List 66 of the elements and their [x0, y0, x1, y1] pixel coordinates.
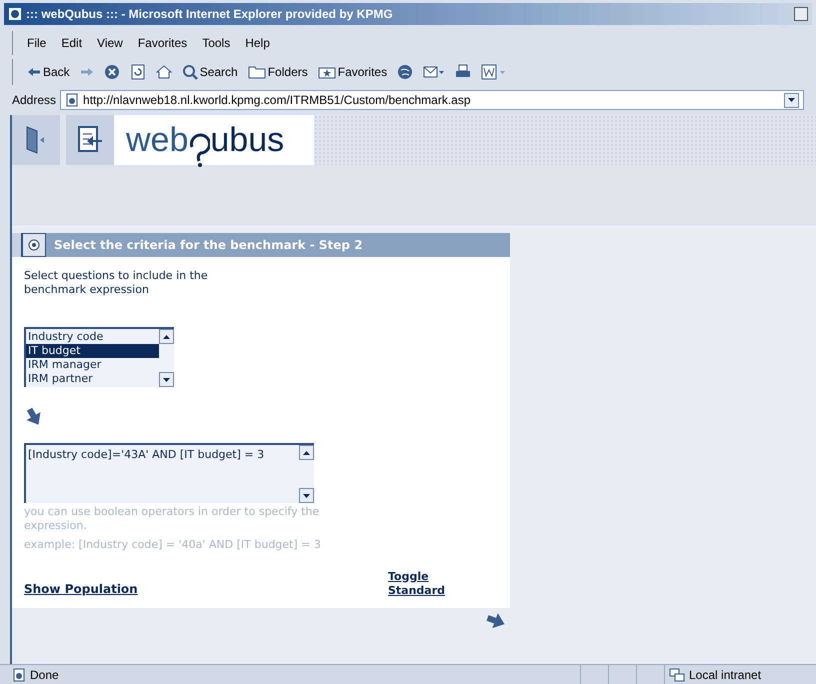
scroll-down-button[interactable]: [299, 488, 314, 503]
down-caret-icon: [163, 378, 170, 382]
list-option[interactable]: Industry code: [26, 330, 159, 344]
toolbar-button[interactable]: [455, 64, 472, 80]
back-arrow-icon: [27, 67, 41, 77]
browser-icon: [8, 7, 22, 21]
menu-item[interactable]: File: [27, 34, 46, 52]
mail-icon: [423, 64, 446, 80]
menu-item[interactable]: Edit: [61, 34, 82, 52]
scroll-down-button[interactable]: [159, 372, 174, 387]
network-icon: [669, 668, 685, 682]
import-button[interactable]: [66, 115, 114, 165]
toolbar-button[interactable]: Back: [27, 63, 70, 81]
refresh-icon: [130, 64, 146, 80]
down-caret-icon: [303, 494, 310, 498]
page-icon: [65, 93, 80, 107]
instruction-text: Select questions to include in the benchmark expression: [24, 269, 209, 297]
forward-arrow-icon: [80, 67, 94, 77]
window-title: ::: webQubus ::: - Microsoft Internet Explorer provided by KPMG: [26, 6, 393, 23]
toolbar-button[interactable]: Favorites: [318, 63, 388, 81]
scroll-up-button[interactable]: [159, 329, 174, 344]
panel-title: Select the criteria for the benchmark - Step 2: [54, 237, 363, 254]
menu-item[interactable]: Favorites: [138, 34, 188, 52]
toolbar-button[interactable]: Search: [182, 63, 238, 81]
home-icon: [156, 64, 172, 80]
list-option[interactable]: IT budget: [26, 344, 159, 358]
list-option[interactable]: IRM partner: [26, 372, 159, 386]
page-icon: [12, 668, 26, 682]
exit-button[interactable]: [12, 115, 60, 165]
expression-field[interactable]: [Industry code]='43A' AND [IT budget] = 3: [24, 443, 314, 503]
address-field[interactable]: http://nlavnweb18.nl.kworld.kpmg.com/ITRMB51/Custom/benchmark.asp: [60, 90, 804, 110]
status-text: Done: [30, 666, 59, 684]
menu-item[interactable]: Help: [245, 34, 270, 52]
next-arrow-icon[interactable]: [486, 610, 506, 630]
list-option[interactable]: IRM manager: [26, 358, 159, 372]
toolbar-button[interactable]: [156, 64, 172, 80]
up-caret-icon: [163, 334, 170, 338]
address-label: Address: [12, 92, 56, 109]
globe-icon: [397, 64, 414, 80]
minimize-button[interactable]: [794, 7, 808, 21]
scroll-up-button[interactable]: [299, 445, 314, 460]
toolbar-button[interactable]: [397, 64, 414, 80]
document-arrow-icon: [76, 125, 104, 155]
toolbar-button[interactable]: [481, 64, 508, 80]
folders-icon: [248, 65, 266, 79]
dropdown-button[interactable]: [784, 92, 799, 108]
question-list[interactable]: Industry code IT budget IRM manager IRM partner: [24, 327, 174, 387]
stop-icon: [104, 64, 120, 80]
toolbar-button[interactable]: [423, 64, 446, 80]
favorites-icon: [318, 65, 336, 79]
show-population-link[interactable]: Show Population: [24, 580, 138, 598]
printer-icon: [455, 64, 472, 80]
menu-item[interactable]: View: [97, 34, 123, 52]
logo: web ubus: [114, 115, 314, 165]
zone-text: Local intranet: [689, 666, 762, 684]
toolbar-button[interactable]: [104, 64, 120, 80]
down-caret-icon: [788, 98, 795, 102]
document-icon: [481, 64, 508, 80]
toolbar-button[interactable]: [130, 64, 146, 80]
toggle-standard-link[interactable]: Toggle Standard: [388, 570, 454, 598]
toolbar-button[interactable]: Folders: [248, 63, 308, 81]
up-caret-icon: [303, 450, 310, 454]
menu-item[interactable]: Tools: [202, 34, 230, 52]
search-icon: [182, 64, 198, 80]
hint-text: you can use boolean operators in order to specify the expression.: [24, 505, 320, 533]
example-text: example: [Industry code] = '40a' AND [IT budget] = 3: [24, 537, 322, 553]
